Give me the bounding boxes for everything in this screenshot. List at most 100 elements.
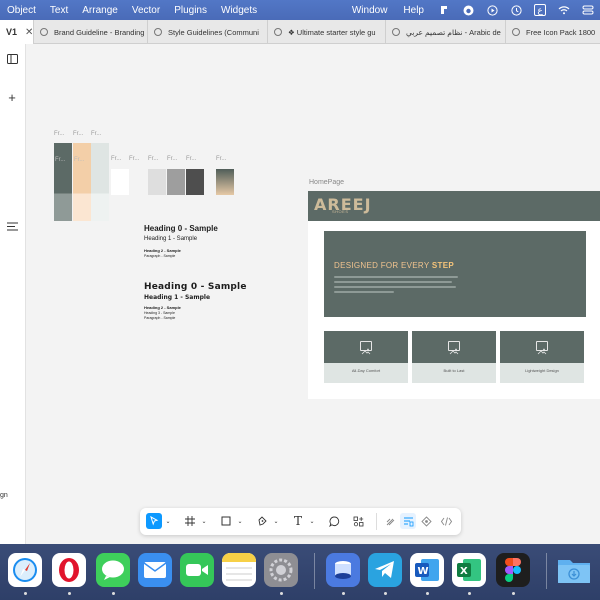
creative-cloud-icon[interactable] <box>462 4 474 16</box>
swatch-mid-grey[interactable] <box>167 169 185 195</box>
downloads-folder-icon[interactable] <box>557 553 591 587</box>
chevron-down-icon[interactable]: ⌄ <box>164 513 172 529</box>
bottom-toolbar: ⌄ ⌄ ⌄ ⌄ T ⌄ <box>140 508 461 535</box>
heading-3-sample: Heading 3 - Sample <box>144 311 175 315</box>
system-settings-icon[interactable] <box>264 553 298 587</box>
play-icon[interactable] <box>486 4 498 16</box>
menu-window[interactable]: Window <box>344 5 396 16</box>
hero-title: DESIGNED FOR EVERY STEP <box>334 261 454 270</box>
paragraph-sample: Paragraph - Sample <box>144 316 176 320</box>
menu-bar: Object Text Arrange Vector Plugins Widge… <box>0 0 600 20</box>
tab-label: Brand Guideline - Branding <box>54 27 145 37</box>
chevron-down-icon[interactable]: ⌄ <box>308 513 316 529</box>
design-canvas[interactable]: Fr... Fr... Fr... Fr... Fr... Fr... Fr..… <box>26 44 600 544</box>
swatch-light-grey[interactable] <box>148 169 166 195</box>
swatch-white[interactable] <box>111 169 129 195</box>
menu-widgets[interactable]: Widgets <box>214 5 264 16</box>
swatch-gradient[interactable] <box>216 169 234 195</box>
sidebar-toggle-icon[interactable] <box>6 54 18 66</box>
menu-help[interactable]: Help <box>395 5 432 16</box>
typography-group-display[interactable]: Heading 0 - Sample Heading 1 - Sample He… <box>144 282 264 320</box>
areej-logo-subtitle: SHOES <box>332 209 349 214</box>
frame-label-homepage[interactable]: HomePage <box>309 179 344 186</box>
draw-icon <box>386 518 394 525</box>
control-center-icon[interactable] <box>582 4 594 16</box>
chevron-down-icon[interactable]: ⌄ <box>272 513 280 529</box>
menu-plugins[interactable]: Plugins <box>167 5 214 16</box>
swatch-mint[interactable] <box>91 143 109 221</box>
frame-tool-button[interactable] <box>182 513 198 529</box>
hero-title-text: DESIGNED FOR EVERY <box>334 261 432 270</box>
text-line <box>334 276 458 278</box>
figma-menu-icon[interactable] <box>438 4 450 16</box>
swatch-slate[interactable] <box>54 143 72 221</box>
move-tool-button[interactable] <box>146 513 162 529</box>
menu-object[interactable]: Object <box>0 5 43 16</box>
text-align-icon[interactable] <box>6 222 18 234</box>
close-icon[interactable]: ✕ <box>25 27 33 38</box>
frame-icon <box>185 516 195 526</box>
comment-tool-button[interactable] <box>326 513 342 529</box>
remote-desktop-icon[interactable] <box>326 553 360 587</box>
pen-tool-button[interactable] <box>254 513 270 529</box>
design-mode-button[interactable] <box>400 513 416 529</box>
heading-1-sample: Heading 1 - Sample <box>144 294 211 301</box>
homepage-frame[interactable]: AREEJ SHOES DESIGNED FOR EVERY STEP All-… <box>308 191 600 399</box>
swatch-frame-label: Fr... <box>148 156 159 162</box>
chevron-down-icon[interactable]: ⌄ <box>200 513 208 529</box>
shape-tool-button[interactable] <box>218 513 234 529</box>
tab-style-guidelines[interactable]: Style Guidelines (Communi <box>148 20 268 44</box>
prototype-mode-button[interactable] <box>418 513 434 529</box>
opera-icon[interactable] <box>52 553 86 587</box>
paragraph-sample: Paragraph - Sample <box>144 254 176 258</box>
actions-button[interactable] <box>350 513 366 529</box>
figma-icon[interactable] <box>496 553 530 587</box>
tab-label: Free Icon Pack 1800 <box>526 27 596 37</box>
sidebar-partial-text: gn <box>0 492 8 499</box>
safari-icon[interactable] <box>8 553 42 587</box>
input-source-icon[interactable]: ع <box>534 4 546 16</box>
swatch-dark-grey[interactable] <box>186 169 204 195</box>
telegram-icon[interactable] <box>368 553 402 587</box>
community-file-icon <box>40 28 48 36</box>
swatch-inner-label: Fr... <box>74 157 85 163</box>
typography-group-sans[interactable]: Heading 0 - Sample Heading 1 - Sample He… <box>144 224 254 258</box>
timer-icon[interactable] <box>510 4 522 16</box>
feature-card: Lightweight Design <box>500 331 584 383</box>
swatch-peach[interactable] <box>73 143 91 221</box>
swatch-frame-label: Fr... <box>91 131 102 137</box>
tab-label: ❖ Ultimate starter style gu <box>288 27 376 37</box>
swatch-frame-label: Fr... <box>216 156 227 162</box>
excel-icon[interactable]: X <box>452 553 486 587</box>
input-source-label: ع <box>537 4 543 15</box>
dock-separator <box>546 553 547 589</box>
menu-text[interactable]: Text <box>43 5 75 16</box>
tab-free-icon-pack[interactable]: Free Icon Pack 1800 <box>506 20 600 44</box>
word-icon[interactable]: W <box>410 553 444 587</box>
tab-arabic-design-system[interactable]: نظام تصميم عربي - Arabic de <box>386 20 506 44</box>
plus-icon[interactable]: + <box>6 91 18 104</box>
svg-text:X: X <box>460 566 468 577</box>
mail-icon[interactable] <box>138 553 172 587</box>
code-icon <box>440 516 452 526</box>
swatch-inner-label: Fr... <box>55 157 66 163</box>
tab-ultimate-starter[interactable]: ❖ Ultimate starter style gu <box>268 20 386 44</box>
dev-mode-button[interactable] <box>438 513 454 529</box>
tab-bar: V1 ✕ Brand Guideline - Branding Style Gu… <box>0 20 600 44</box>
menu-vector[interactable]: Vector <box>125 5 167 16</box>
hero-section: DESIGNED FOR EVERY STEP <box>324 231 586 317</box>
card-label: Built to Last <box>443 368 465 373</box>
tab-active-file[interactable]: V1 ✕ <box>0 20 34 44</box>
notes-icon[interactable] <box>222 553 256 587</box>
wifi-icon[interactable] <box>558 4 570 16</box>
hero-title-accent: STEP <box>431 261 454 270</box>
facetime-icon[interactable] <box>180 553 214 587</box>
dock-separator <box>314 553 315 589</box>
chevron-down-icon[interactable]: ⌄ <box>236 513 244 529</box>
draw-mode-button[interactable] <box>382 513 398 529</box>
actions-icon <box>353 516 363 526</box>
text-tool-button[interactable]: T <box>290 513 306 529</box>
menu-arrange[interactable]: Arrange <box>75 5 125 16</box>
tab-brand-guideline[interactable]: Brand Guideline - Branding <box>34 20 148 44</box>
messages-icon[interactable] <box>96 553 130 587</box>
